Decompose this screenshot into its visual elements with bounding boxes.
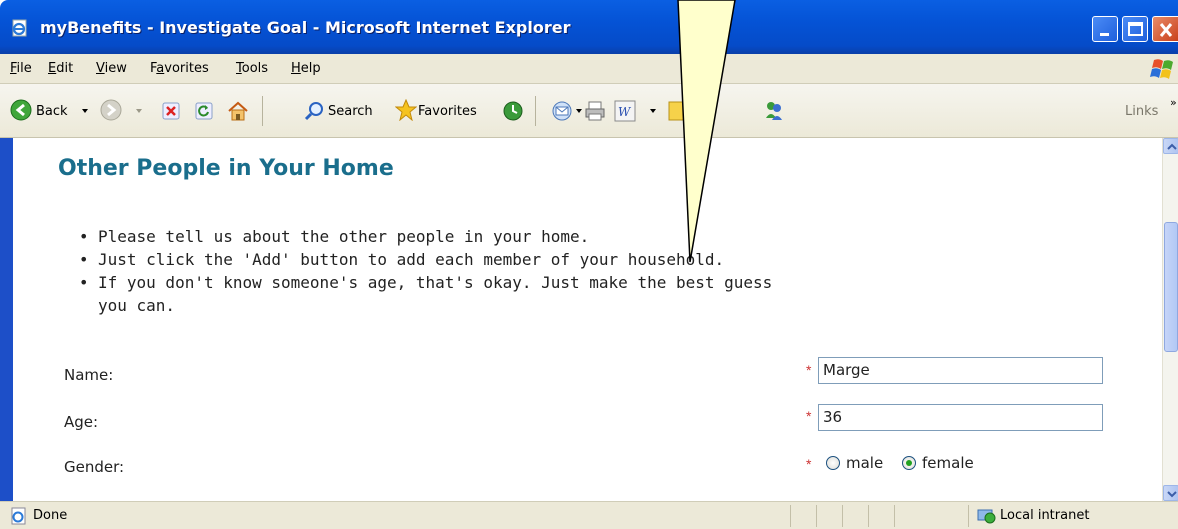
forward-arrow-icon xyxy=(100,99,122,121)
page-content xyxy=(0,138,1178,501)
stop-icon[interactable] xyxy=(162,102,180,120)
close-icon xyxy=(1159,23,1173,37)
links-bar[interactable]: Links xyxy=(1125,102,1158,122)
name-field[interactable]: Marge xyxy=(818,357,1103,384)
list-item: If you don't know someone's age, that's … xyxy=(75,271,782,317)
dropdown-arrow-icon xyxy=(136,109,142,113)
vertical-scrollbar[interactable] xyxy=(1162,138,1178,501)
scroll-up-button[interactable] xyxy=(1163,138,1178,154)
required-marker: * xyxy=(806,408,812,424)
minimize-button[interactable] xyxy=(1092,16,1118,42)
history-icon[interactable] xyxy=(502,100,524,122)
gender-label: Gender: xyxy=(64,458,125,476)
scroll-down-button[interactable] xyxy=(1163,485,1178,501)
messenger-icon[interactable] xyxy=(762,98,786,122)
instruction-list: Please tell us about the other people in… xyxy=(75,225,815,317)
svg-text:W: W xyxy=(618,105,632,119)
dropdown-arrow-icon xyxy=(576,109,582,113)
dropdown-arrow-icon xyxy=(82,109,88,113)
favorites-button[interactable]: Favorites xyxy=(393,84,493,138)
chevron-down-icon xyxy=(1167,491,1177,498)
forward-button[interactable] xyxy=(96,84,146,138)
chevron-up-icon xyxy=(1167,143,1177,150)
scroll-thumb[interactable] xyxy=(1164,222,1178,352)
maximize-button[interactable] xyxy=(1122,16,1148,42)
window-title: myBenefits - Investigate Goal - Microsof… xyxy=(40,18,571,37)
menu-favorites[interactable]: Favorites xyxy=(150,60,209,78)
discuss-icon[interactable] xyxy=(668,100,690,122)
gender-male-label[interactable]: male xyxy=(846,453,883,473)
refresh-icon[interactable] xyxy=(195,102,213,120)
gender-male-radio[interactable] xyxy=(826,456,840,470)
back-button[interactable]: Back xyxy=(8,84,108,138)
gender-female-radio[interactable] xyxy=(902,456,916,470)
star-icon xyxy=(395,99,417,121)
menu-edit[interactable]: Edit xyxy=(48,60,73,78)
search-icon xyxy=(304,102,323,121)
menu-view[interactable]: View xyxy=(96,60,127,78)
menu-tools[interactable]: Tools xyxy=(236,60,268,78)
list-item: Please tell us about the other people in… xyxy=(75,225,815,248)
ie-page-icon xyxy=(12,19,27,37)
status-bar: Done Local intranet xyxy=(0,501,1178,529)
minimize-icon xyxy=(1100,33,1109,36)
toolbar-overflow-chevron[interactable]: » xyxy=(1170,96,1177,109)
required-marker: * xyxy=(806,362,812,378)
intranet-zone-icon xyxy=(977,509,996,524)
security-zone-label: Local intranet xyxy=(1000,508,1090,523)
toolbar: Back Search Favorites W Links » xyxy=(0,84,1178,138)
back-arrow-icon xyxy=(10,99,32,121)
print-icon[interactable] xyxy=(584,100,606,122)
list-item: Just click the 'Add' button to add each … xyxy=(75,248,815,271)
dropdown-arrow-icon xyxy=(650,109,656,113)
menu-help[interactable]: Help xyxy=(291,60,321,78)
title-bar[interactable]: myBenefits - Investigate Goal - Microsof… xyxy=(0,0,1178,54)
name-label: Name: xyxy=(64,366,114,384)
age-label: Age: xyxy=(64,413,99,431)
status-text: Done xyxy=(33,508,68,523)
menu-file[interactable]: File xyxy=(10,60,32,78)
maximize-icon xyxy=(1128,22,1143,36)
edit-word-icon[interactable]: W xyxy=(614,100,636,122)
page-title: Other People in Your Home xyxy=(58,156,394,181)
gender-female-label[interactable]: female xyxy=(922,453,974,473)
age-field[interactable]: 36 xyxy=(818,404,1103,431)
ie-page-done-icon xyxy=(11,507,26,525)
mail-icon[interactable] xyxy=(551,100,573,122)
close-button[interactable] xyxy=(1152,16,1178,42)
windows-logo-icon xyxy=(1146,56,1178,82)
menu-bar: File Edit View Favorites Tools Help xyxy=(0,54,1178,84)
home-icon[interactable] xyxy=(227,100,249,122)
search-button[interactable]: Search xyxy=(268,84,380,138)
required-marker: * xyxy=(806,456,812,472)
